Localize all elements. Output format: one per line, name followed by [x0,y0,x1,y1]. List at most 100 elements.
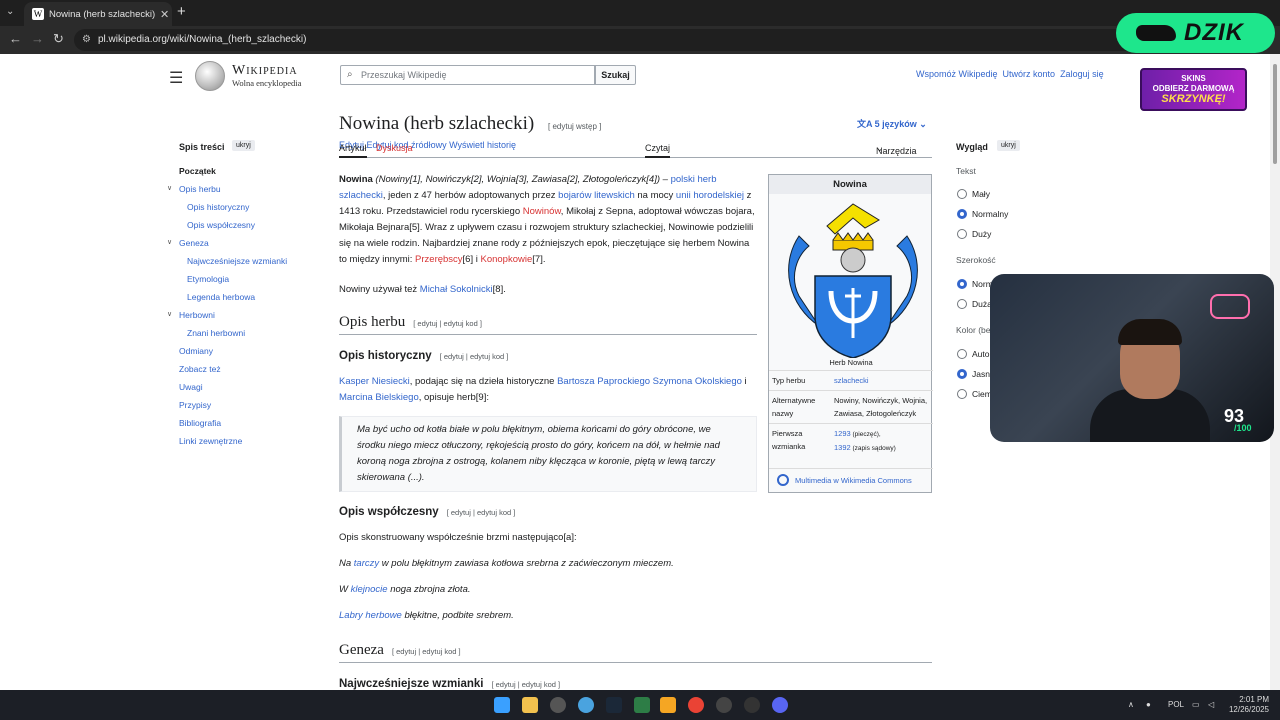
toc-item[interactable]: Początek [179,166,216,176]
url-field[interactable]: ⚙ pl.wikipedia.org/wiki/Nowina_(herb_szl… [74,29,1154,51]
toc-item[interactable]: Uwagi [179,382,203,392]
toc-item[interactable]: Opis współczesny [187,220,255,230]
coat-of-arms-image[interactable] [769,196,933,358]
languages-button[interactable]: 文A 5 języków ⌄ [857,117,927,130]
radio-width-wide[interactable] [957,299,967,309]
edit-section-link[interactable]: [ edytuj | edytuj kod ] [447,508,516,517]
tray-chevron-icon[interactable]: ∧ [1128,700,1134,709]
link-unii[interactable]: unii horodelskiej [676,190,744,201]
link-paprocki[interactable]: Bartosza Paprockiego Szymona Okolskiego [557,376,742,387]
app-icon[interactable] [744,697,760,713]
chevron-down-icon[interactable]: ∨ [167,238,172,246]
toc-item[interactable]: Geneza [179,238,209,248]
back-icon[interactable]: ← [9,31,22,46]
appearance-hide-button[interactable]: ukryj [997,140,1020,151]
mic-icon[interactable]: ● [1146,700,1151,709]
toc-item[interactable]: Przypisy [179,400,211,410]
reload-icon[interactable]: ↻ [53,31,64,47]
radio-text-large[interactable] [957,229,967,239]
tab-discussion[interactable]: Dyskusja [376,143,413,153]
infobox-link[interactable]: 1293 [834,429,851,438]
toc-item[interactable]: Bibliografia [179,418,221,428]
search-button[interactable]: Szukaj [595,65,636,85]
wikipedia-wordmark[interactable]: Wikipedia [232,63,298,79]
tab-article[interactable]: Artykuł [339,143,367,158]
user-links: Wspomóż Wikipedię Utwórz konto Zaloguj s… [916,69,1104,79]
link-przerebscy[interactable]: Przerębscy [415,254,463,265]
edit-section-link[interactable]: [ edytuj | edytuj kod ] [491,680,560,689]
forward-icon[interactable]: → [31,31,44,46]
commons-link[interactable]: Multimedia w Wikimedia Commons [769,468,933,492]
link-bojarow[interactable]: bojarów litewskich [558,190,635,201]
create-account-link[interactable]: Utwórz konto [1003,69,1056,79]
tab-history[interactable]: Wyświetl historię [449,140,516,150]
site-info-icon[interactable]: ⚙ [82,29,91,51]
heading-text: Opis współczesny [339,506,439,518]
toc-hide-button[interactable]: ukryj [232,140,255,151]
radio-width-normal[interactable] [957,279,967,289]
app-icon[interactable] [550,697,566,713]
radio-color-light[interactable] [957,369,967,379]
score-badge: 93/100 [1224,406,1252,433]
toc-item[interactable]: Znani herbowni [187,328,245,338]
toc-item[interactable]: Etymologia [187,274,229,284]
toc-item[interactable]: Zobacz też [179,364,221,374]
edit-section-link[interactable]: [ edytuj | edytuj kod ] [440,352,509,361]
app-icon[interactable] [578,697,594,713]
infobox-title: Nowina [769,175,931,194]
toc-item[interactable]: Opis herbu [179,184,221,194]
tab-read[interactable]: Czytaj [645,143,671,158]
discord-icon[interactable] [772,697,788,713]
language-indicator[interactable]: POL [1168,700,1184,709]
radio-text-small[interactable] [957,189,967,199]
app-icon[interactable] [660,697,676,713]
link-labry[interactable]: Labry herbowe [339,610,402,621]
login-link[interactable]: Zaloguj się [1060,69,1104,79]
link-niesiecki[interactable]: Kasper Niesiecki [339,376,410,387]
main-menu-icon[interactable]: ☰ [169,68,183,88]
infobox-value: Nowiny, Nowińczyk, Wojnia, Zawiasa, Złot… [831,390,933,424]
start-icon[interactable] [494,697,510,713]
toc-item[interactable]: Legenda herbowa [187,292,255,302]
link-klejnocie[interactable]: klejnocie [351,584,388,595]
toc-item[interactable]: Odmiany [179,346,213,356]
link-sokolnicki[interactable]: Michał Sokolnicki [420,284,493,295]
link-nowinow[interactable]: Nowinów [523,206,561,217]
link-konopkowie[interactable]: Konopkowie [481,254,533,265]
volume-icon[interactable]: ◁ [1208,700,1214,709]
tab-close-icon[interactable]: ✕ [160,8,169,21]
terminal-icon[interactable] [634,697,650,713]
radio-color-dark[interactable] [957,389,967,399]
toc-item[interactable]: Linki zewnętrzne [179,436,242,446]
dzik-brand-badge: DZIK [1116,13,1275,53]
toc-item[interactable]: Herbowni [179,310,215,320]
radio-text-normal[interactable] [957,209,967,219]
chevron-down-icon[interactable]: ∨ [167,184,172,192]
chrome-icon[interactable] [688,697,704,713]
radio-color-auto[interactable] [957,349,967,359]
infobox-link[interactable]: 1392 [834,443,851,452]
wikipedia-logo[interactable] [195,61,225,91]
scrollbar-thumb[interactable] [1273,64,1277,164]
donate-link[interactable]: Wspomóż Wikipedię [916,69,998,79]
edit-section-link[interactable]: [ edytuj | edytuj kod ] [392,647,461,656]
text: , opisuje herb[9]: [418,392,489,403]
tab-tools[interactable]: Narzędzia ⌄ [876,143,917,156]
infobox-link[interactable]: szlachecki [834,376,869,385]
search-input[interactable]: ⌕ Przeszukaj Wikipedię [340,65,595,85]
toc-item[interactable]: Opis historyczny [187,202,249,212]
chevron-down-icon[interactable]: ∨ [167,310,172,318]
browser-tab[interactable]: W Nowina (herb szlachecki) – Wiki ✕ [24,2,172,26]
new-tab-button[interactable]: + [177,3,186,20]
network-icon[interactable]: ▭ [1192,700,1200,709]
steam-icon[interactable] [606,697,622,713]
edit-section-link[interactable]: [ edytuj | edytuj kod ] [413,319,482,328]
app-icon[interactable] [716,697,732,713]
link-tarczy[interactable]: tarczy [354,558,379,569]
tab-search-icon[interactable]: ⌄ [6,6,14,17]
link-bielski[interactable]: Marcina Bielskiego [339,392,419,403]
edit-intro-link[interactable]: [ edytuj wstęp ] [548,122,601,131]
clock[interactable]: 2:01 PM 12/26/2025 [1225,695,1269,715]
explorer-icon[interactable] [522,697,538,713]
toc-item[interactable]: Najwcześniejsze wzmianki [187,256,287,266]
